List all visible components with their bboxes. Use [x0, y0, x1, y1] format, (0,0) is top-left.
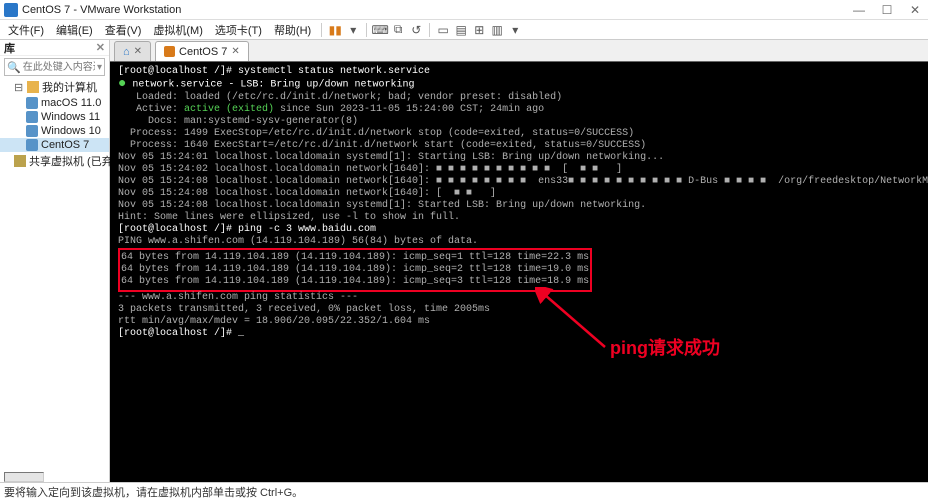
terminal-line: Docs: man:systemd-sysv-generator(8)	[118, 116, 928, 128]
tree-root-my-computer[interactable]: ⊟ 我的计算机	[0, 78, 109, 96]
terminal-line: [root@localhost /]# ping -c 3 www.baidu.…	[118, 224, 928, 236]
toolbar-separator	[429, 23, 430, 37]
terminal-line: Nov 05 15:24:08 localhost.localdomain sy…	[118, 200, 928, 212]
tree-vm-win11[interactable]: Windows 11	[0, 110, 109, 124]
tree-shared-vms[interactable]: 共享虚拟机 (已弃用)	[0, 152, 109, 170]
shared-icon	[14, 155, 26, 167]
menubar: 文件(F) 编辑(E) 查看(V) 虚拟机(M) 选项卡(T) 帮助(H) ▮▮…	[0, 20, 928, 40]
main-panel: ⌂ ✕ CentOS 7 ✕ [root@localhost /]# syste…	[110, 40, 928, 482]
vm-console-terminal[interactable]: [root@localhost /]# systemctl status net…	[110, 62, 928, 482]
statusbar-text: 要将输入定向到该虚拟机，请在虚拟机内部单击或按 Ctrl+G。	[4, 484, 303, 500]
thumbnail-icon[interactable]: ⊞	[470, 23, 488, 37]
menu-tabs[interactable]: 选项卡(T)	[209, 20, 268, 40]
annotation-text: ping请求成功	[610, 342, 720, 354]
menu-edit[interactable]: 编辑(E)	[50, 20, 99, 40]
home-icon: ⌂	[123, 46, 130, 58]
vm-icon	[26, 111, 38, 123]
terminal-line: Hint: Some lines were ellipsized, use -l…	[118, 212, 928, 224]
revert-icon[interactable]: ↺	[407, 23, 425, 37]
terminal-line: 3 packets transmitted, 3 received, 0% pa…	[118, 304, 928, 316]
terminal-line: --- www.a.shifen.com ping statistics ---	[118, 292, 928, 304]
search-input[interactable]	[21, 61, 97, 74]
sidebar-header: 库 ✕	[0, 40, 109, 56]
terminal-line: 64 bytes from 14.119.104.189 (14.119.104…	[121, 252, 589, 264]
dropdown-icon[interactable]: ▾	[344, 23, 362, 37]
window-title: CentOS 7 - VMware Workstation	[22, 4, 850, 16]
vm-tab-icon	[164, 46, 175, 57]
snapshot-icon[interactable]: ⧉	[389, 22, 407, 37]
tabbar: ⌂ ✕ CentOS 7 ✕	[110, 40, 928, 62]
sidebar-slider[interactable]	[4, 472, 44, 482]
window-controls: — ☐ ✕	[850, 3, 924, 17]
terminal-line: [root@localhost /]# _	[118, 328, 928, 340]
terminal-line: Loaded: loaded (/etc/rc.d/init.d/network…	[118, 92, 928, 104]
tree-label: macOS 11.0	[41, 97, 101, 109]
sidebar-close-icon[interactable]: ✕	[96, 41, 105, 54]
maximize-button[interactable]: ☐	[878, 3, 896, 17]
vm-icon	[26, 125, 38, 137]
tree-label: Windows 10	[41, 125, 101, 137]
terminal-line: ● network.service - LSB: Bring up/down n…	[118, 78, 928, 92]
terminal-line: Nov 05 15:24:02 localhost.localdomain ne…	[118, 164, 928, 176]
vmware-app-icon	[4, 3, 18, 17]
tab-centos7[interactable]: CentOS 7 ✕	[155, 41, 249, 61]
fullscreen-icon[interactable]: ▭	[434, 23, 452, 37]
ping-highlight-box: 64 bytes from 14.119.104.189 (14.119.104…	[118, 248, 592, 292]
vm-tree: ⊟ 我的计算机 macOS 11.0 Windows 11 Windows 10…	[0, 78, 109, 170]
tree-toggle-icon[interactable]: ⊟	[14, 81, 24, 94]
minimize-button[interactable]: —	[850, 3, 868, 17]
terminal-line: Process: 1640 ExecStart=/etc/rc.d/init.d…	[118, 140, 928, 152]
terminal-line: rtt min/avg/max/mdev = 18.906/20.095/22.…	[118, 316, 928, 328]
close-button[interactable]: ✕	[906, 3, 924, 17]
tree-vm-centos7[interactable]: CentOS 7	[0, 138, 109, 152]
tree-label: CentOS 7	[41, 139, 89, 151]
terminal-line: 64 bytes from 14.119.104.189 (14.119.104…	[121, 264, 589, 276]
sidebar-search[interactable]: 🔍 ▾	[4, 58, 105, 76]
search-dropdown-icon[interactable]: ▾	[97, 62, 102, 73]
content-area: 库 ✕ 🔍 ▾ ⊟ 我的计算机 macOS 11.0 Windows 11	[0, 40, 928, 482]
terminal-line: Nov 05 15:24:08 localhost.localdomain ne…	[118, 188, 928, 200]
tab-close-icon[interactable]: ✕	[134, 46, 142, 57]
vm-icon	[26, 139, 38, 151]
terminal-line: Nov 05 15:24:01 localhost.localdomain sy…	[118, 152, 928, 164]
tree-label: Windows 11	[41, 111, 100, 123]
computer-icon	[27, 81, 39, 93]
terminal-line: 64 bytes from 14.119.104.189 (14.119.104…	[121, 276, 589, 288]
tree-vm-macos[interactable]: macOS 11.0	[0, 96, 109, 110]
terminal-line: PING www.a.shifen.com (14.119.104.189) 5…	[118, 236, 928, 248]
tree-vm-win10[interactable]: Windows 10	[0, 124, 109, 138]
pause-icon[interactable]: ▮▮	[326, 23, 344, 37]
terminal-line: Process: 1499 ExecStop=/etc/rc.d/init.d/…	[118, 128, 928, 140]
menu-view[interactable]: 查看(V)	[99, 20, 148, 40]
statusbar: 要将输入定向到该虚拟机，请在虚拟机内部单击或按 Ctrl+G。	[0, 482, 928, 500]
dropdown2-icon[interactable]: ▾	[506, 23, 524, 37]
send-keys-icon[interactable]: ⌨	[371, 23, 389, 37]
menu-file[interactable]: 文件(F)	[2, 20, 50, 40]
vm-icon	[26, 97, 38, 109]
sidebar-title: 库	[4, 40, 15, 56]
terminal-line: Active: active (exited) since Sun 2023-1…	[118, 104, 928, 116]
terminal-line: [root@localhost /]# systemctl status net…	[118, 66, 928, 78]
tab-label: CentOS 7	[179, 46, 227, 58]
menu-help[interactable]: 帮助(H)	[268, 20, 317, 40]
toolbar-separator	[366, 23, 367, 37]
toolbar-separator	[321, 23, 322, 37]
window-titlebar: CentOS 7 - VMware Workstation — ☐ ✕	[0, 0, 928, 20]
unity-icon[interactable]: ▤	[452, 23, 470, 37]
stretch-icon[interactable]: ▥	[488, 23, 506, 37]
tree-label: 我的计算机	[42, 79, 97, 95]
sidebar: 库 ✕ 🔍 ▾ ⊟ 我的计算机 macOS 11.0 Windows 11	[0, 40, 110, 482]
tab-home[interactable]: ⌂ ✕	[114, 41, 151, 61]
menu-vm[interactable]: 虚拟机(M)	[147, 20, 209, 40]
search-icon: 🔍	[7, 61, 21, 74]
tab-close-icon[interactable]: ✕	[231, 46, 239, 57]
terminal-line: Nov 05 15:24:08 localhost.localdomain ne…	[118, 176, 928, 188]
